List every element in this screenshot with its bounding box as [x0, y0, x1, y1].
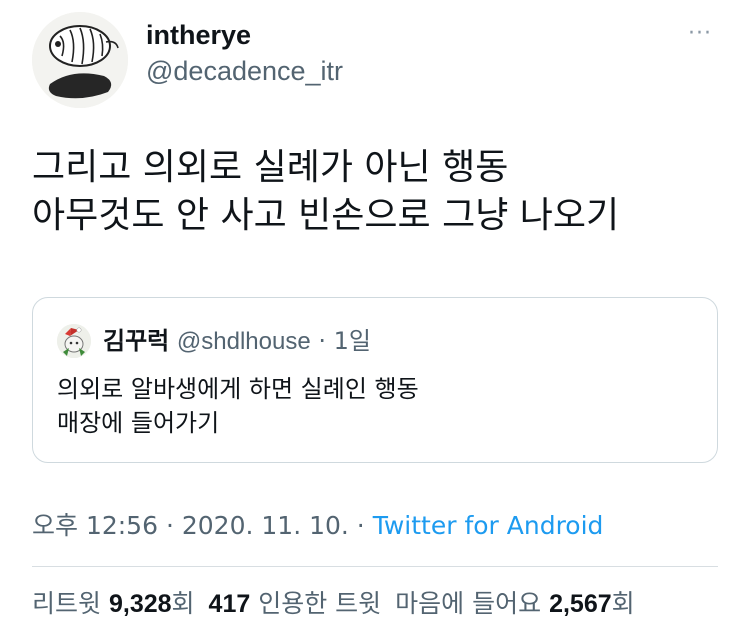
quoted-tweet-card[interactable]: 김꾸럭 @shdlhouse · 1일 의외로 알바생에게 하면 실례인 행동 …	[32, 297, 718, 463]
tweet-text: 그리고 의외로 실례가 아닌 행동 아무것도 안 사고 빈손으로 그냥 나오기	[32, 144, 722, 240]
quote-tweets-label: 인용한 트윗	[258, 589, 382, 618]
engagement-stats: 리트윗 9,328회 417 인용한 트윗 마음에 들어요 2,567회	[32, 586, 635, 622]
retweets-label: 리트윗	[32, 589, 102, 618]
author-avatar[interactable]	[32, 12, 128, 108]
likes-count: 2,567	[549, 590, 612, 618]
retweets-stat[interactable]: 리트윗 9,328회	[32, 589, 195, 618]
quote-tweets-stat[interactable]: 417 인용한 트윗	[209, 589, 382, 618]
more-horizontal-icon: ···	[688, 21, 712, 46]
more-options-button[interactable]: ···	[680, 22, 720, 46]
tweet-source-link[interactable]: Twitter for Android	[373, 511, 604, 540]
tweet-time[interactable]: 오후 12:56	[32, 511, 158, 540]
likes-stat[interactable]: 마음에 들어요 2,567회	[395, 589, 634, 618]
retweets-suffix: 회	[171, 589, 195, 618]
quote-tweets-count: 417	[208, 590, 251, 618]
quoted-author-name[interactable]: 김꾸럭	[103, 327, 169, 355]
quoted-tweet-time[interactable]: 1일	[334, 327, 371, 355]
tweet-line: 그리고 의외로 실례가 아닌 행동	[32, 147, 509, 188]
author-info: intherye @decadence_itr	[146, 18, 343, 88]
likes-suffix: 회	[611, 589, 635, 618]
quoted-tweet-line: 매장에 들어가기	[57, 409, 220, 437]
retweets-count: 9,328	[108, 590, 172, 618]
author-handle[interactable]: @decadence_itr	[146, 54, 343, 88]
meta-separator: ·	[356, 511, 365, 540]
quoted-author-avatar[interactable]	[57, 324, 91, 358]
quoted-avatar-illustration	[57, 324, 91, 358]
avatar-illustration	[32, 12, 128, 108]
tweet-line: 아무것도 안 사고 빈손으로 그냥 나오기	[32, 195, 620, 236]
divider	[32, 566, 718, 567]
quoted-author-handle[interactable]: @shdlhouse	[177, 328, 311, 355]
quoted-tweet-line: 의외로 알바생에게 하면 실례인 행동	[57, 375, 419, 403]
tweet-date[interactable]: 2020. 11. 10.	[182, 511, 349, 540]
likes-label: 마음에 들어요	[395, 589, 542, 618]
header-separator: ·	[318, 327, 326, 355]
author-display-name[interactable]: intherye	[146, 18, 343, 52]
tweet-meta: 오후 12:56 · 2020. 11. 10. · Twitter for A…	[32, 508, 603, 544]
quoted-tweet-header: 김꾸럭 @shdlhouse · 1일	[103, 324, 371, 359]
meta-separator: ·	[165, 511, 174, 540]
quoted-tweet-text: 의외로 알바생에게 하면 실례인 행동 매장에 들어가기	[57, 372, 419, 440]
